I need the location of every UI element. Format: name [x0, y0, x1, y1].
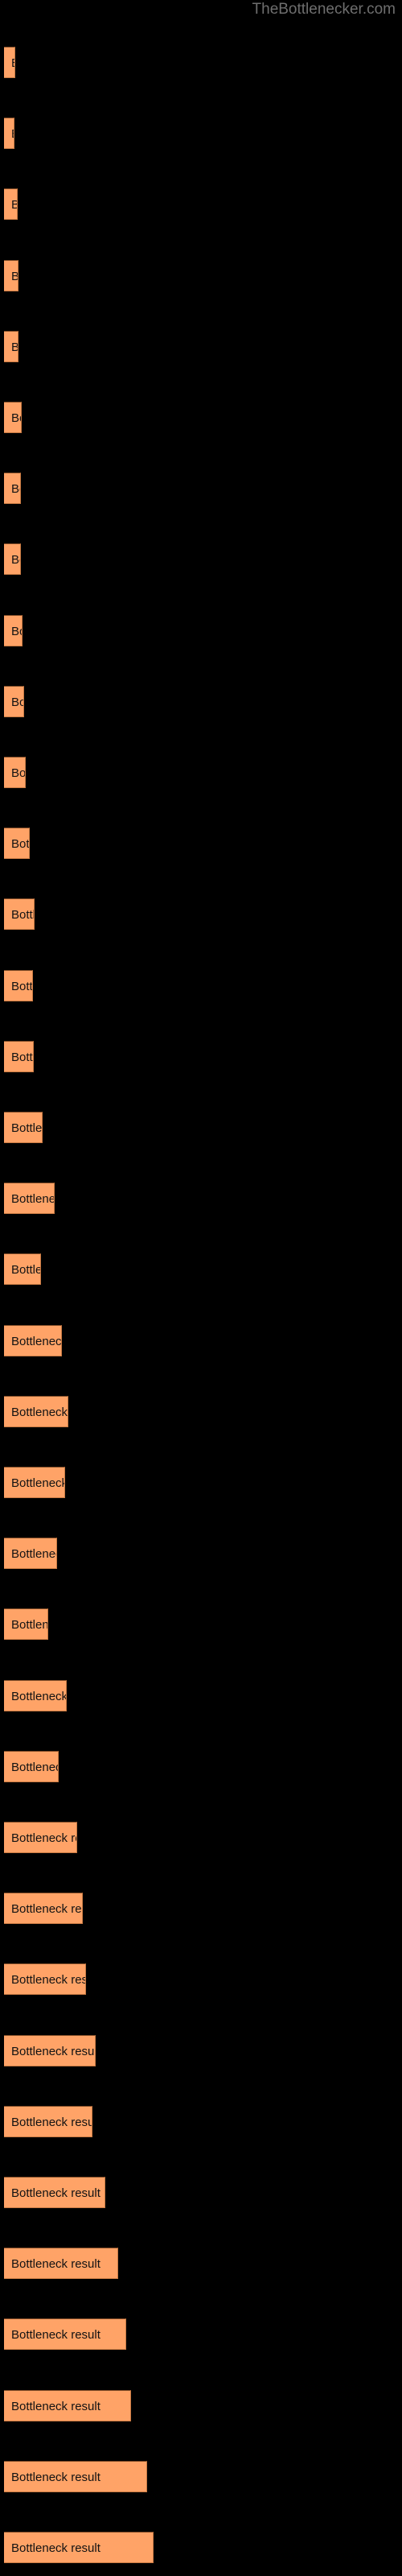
bar-label: Bottleneck result	[11, 2400, 100, 2413]
chart-bar[interactable]: Bottleneck result	[4, 473, 21, 504]
chart-bar[interactable]: Bottleneck result	[4, 543, 21, 575]
bar-label: Bottleneck result	[11, 2328, 100, 2342]
bar-label: Bottleneck result	[11, 2116, 92, 2129]
bar-label: Bottleneck result	[11, 189, 17, 219]
site-watermark: TheBottlenecker.com	[252, 1, 396, 18]
bar-label: Bottleneck result	[11, 1547, 56, 1561]
chart-bar[interactable]: Bottleneck result	[4, 260, 18, 291]
bar-label: Bottleneck result	[11, 766, 26, 780]
chart-bar[interactable]: Bottleneck result	[4, 331, 18, 362]
bar-label: Bottleneck result	[11, 411, 21, 425]
chart-bar[interactable]: Bottleneck result	[4, 1325, 62, 1356]
bar-label: Bottleneck result	[11, 47, 14, 77]
bar-label: Bottleneck result	[11, 2186, 100, 2200]
chart-bar[interactable]: Bottleneck result	[4, 828, 30, 859]
chart-bar[interactable]: Bottleneck result	[4, 2035, 96, 2066]
bar-label: Bottleneck result	[11, 1761, 58, 1774]
chart-bar[interactable]: Bottleneck result	[4, 1538, 57, 1569]
chart-bar[interactable]: Bottleneck result	[4, 188, 18, 220]
bar-label: Bottleneck result	[11, 1690, 67, 1703]
bar-label: Bottleneck result	[11, 2045, 96, 2058]
chart-bar[interactable]: Bottleneck result	[4, 686, 24, 717]
chart-bar[interactable]: Bottleneck result	[4, 1253, 41, 1285]
chart-bar[interactable]: Bottleneck result	[4, 402, 22, 433]
chart-bar[interactable]: Bottleneck result	[4, 118, 14, 149]
bar-label: Bottleneck result	[11, 1335, 62, 1348]
bar-label: Bottleneck result	[11, 1902, 82, 1916]
bar-label: Bottleneck result	[11, 1618, 48, 1632]
chart-bar[interactable]: Bottleneck result	[4, 898, 35, 930]
chart-bar[interactable]: Bottleneck result	[4, 1396, 68, 1427]
chart-bar[interactable]: Bottleneck result	[4, 1112, 43, 1143]
chart-bar[interactable]: Bottleneck result	[4, 1041, 34, 1072]
chart-bar[interactable]: Bottleneck result	[4, 615, 23, 646]
chart-bar[interactable]: Bottleneck result	[4, 757, 26, 788]
bar-label: Bottleneck result	[11, 332, 18, 361]
bar-label: Bottleneck result	[11, 1406, 68, 1419]
bar-label: Bottleneck result	[11, 1051, 34, 1064]
bar-label: Bottleneck result	[11, 1192, 54, 1206]
bar-label: Bottleneck result	[11, 1973, 86, 1987]
chart-bar[interactable]: Bottleneck result	[4, 2106, 92, 2137]
bar-label: Bottleneck result	[11, 482, 20, 496]
bar-label: Bottleneck result	[11, 1476, 65, 1490]
bar-label: Bottleneck result	[11, 2257, 100, 2271]
bar-chart: TheBottlenecker.com Bottleneck result Bot…	[0, 0, 402, 2576]
chart-bar[interactable]: Bottleneck result	[4, 2248, 118, 2279]
chart-bar[interactable]: Bottleneck result	[4, 2532, 154, 2563]
bar-label: Bottleneck result	[11, 980, 33, 993]
chart-bar[interactable]: Bottleneck result	[4, 1822, 77, 1853]
chart-bar[interactable]: Bottleneck result	[4, 47, 15, 78]
chart-bar[interactable]: Bottleneck result	[4, 1467, 65, 1498]
bar-label: Bottleneck result	[11, 1121, 43, 1135]
chart-bar[interactable]: Bottleneck result	[4, 2390, 131, 2421]
bar-label: Bottleneck result	[11, 2541, 100, 2555]
bar-label: Bottleneck result	[11, 625, 22, 638]
bar-label: Bottleneck result	[11, 696, 23, 709]
bar-label: Bottleneck result	[11, 553, 20, 567]
bar-label: Bottleneck result	[11, 261, 18, 291]
chart-bar[interactable]: Bottleneck result	[4, 1963, 86, 1995]
bar-label: Bottleneck result	[11, 908, 35, 922]
chart-bar[interactable]: Bottleneck result	[4, 1183, 55, 1214]
chart-bar[interactable]: Bottleneck result	[4, 2318, 126, 2350]
chart-bar[interactable]: Bottleneck result	[4, 1751, 59, 1782]
chart-bar[interactable]: Bottleneck result	[4, 2461, 147, 2492]
bar-label: Bottleneck result	[11, 837, 30, 851]
chart-bar[interactable]: Bottleneck result	[4, 2177, 105, 2208]
bar-label: Bottleneck result	[11, 2471, 100, 2484]
bar-label: Bottleneck result	[11, 1263, 40, 1277]
chart-bar[interactable]: Bottleneck result	[4, 1608, 48, 1640]
chart-bar[interactable]: Bottleneck result	[4, 1680, 67, 1711]
chart-bar[interactable]: Bottleneck result	[4, 1893, 83, 1924]
chart-bar[interactable]: Bottleneck result	[4, 970, 33, 1001]
bar-label: Bottleneck result	[11, 118, 14, 148]
bar-label: Bottleneck result	[11, 1831, 76, 1845]
